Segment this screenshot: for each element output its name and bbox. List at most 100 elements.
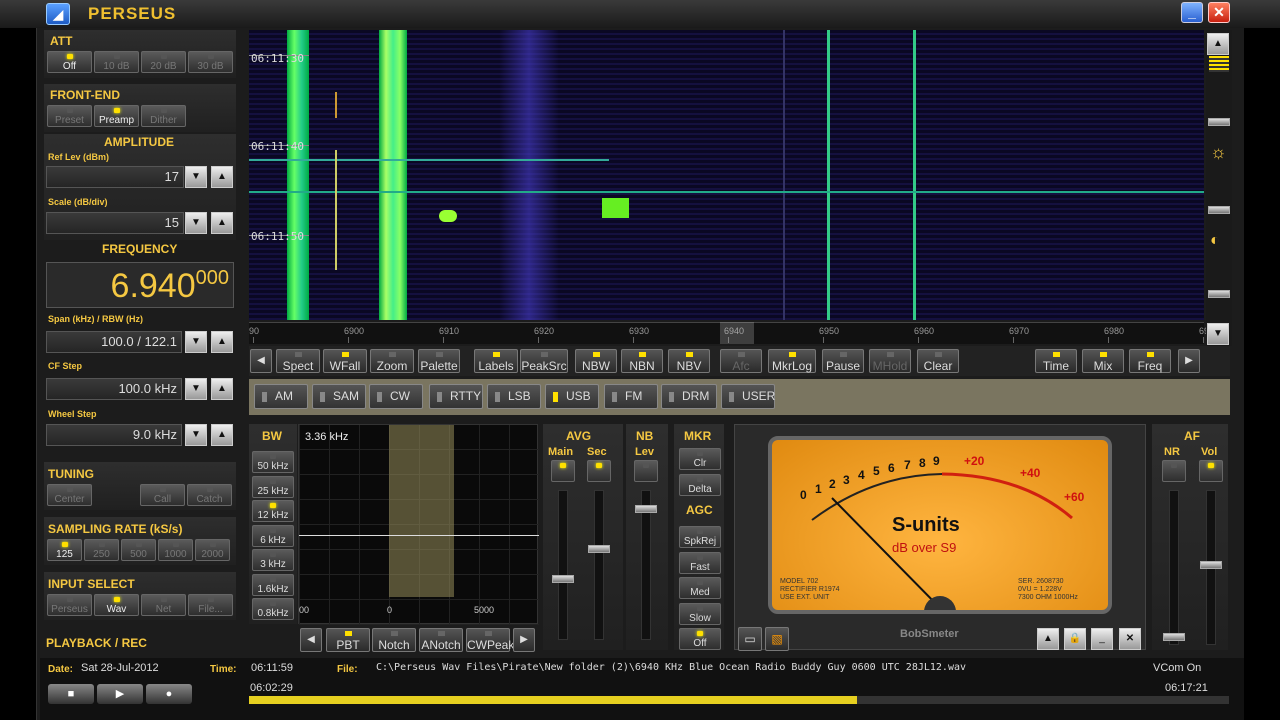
mode-drm-button[interactable]: DRM	[661, 384, 717, 409]
vol-button[interactable]	[1199, 460, 1223, 482]
toolbar-peaksrc-button[interactable]: PeakSrc	[520, 349, 568, 373]
bw-button-12-khz[interactable]: 12 kHz	[252, 500, 294, 522]
cf-step-up-button[interactable]: ▲	[211, 378, 233, 400]
avg-main-button[interactable]	[551, 460, 575, 482]
frontend-button-preamp[interactable]: Preamp	[94, 105, 139, 127]
mkr-clr-button[interactable]: Clr	[679, 448, 721, 470]
sampling-button-1000[interactable]: 1000	[158, 539, 193, 561]
meter-up-button[interactable]: ▲	[1037, 628, 1059, 650]
filter-display[interactable]: 3.36 kHz 00 0 5000	[298, 424, 539, 625]
filter-anotch-button[interactable]: ANotch	[419, 628, 463, 652]
contrast-slider[interactable]	[1208, 118, 1230, 126]
scroll-up-button[interactable]: ▲	[1207, 33, 1229, 55]
sampling-button-125[interactable]: 125	[47, 539, 82, 561]
bw-button-25-khz[interactable]: 25 kHz	[252, 475, 294, 498]
toolbar-left-button[interactable]: ◀	[250, 349, 272, 373]
input-button-wav[interactable]: Wav	[94, 594, 139, 616]
frontend-button-preset[interactable]: Preset	[47, 105, 92, 127]
mode-am-button[interactable]: AM	[254, 384, 308, 409]
filter-right-button[interactable]: ▶	[513, 628, 535, 652]
span-up-button[interactable]: ▲	[211, 331, 233, 353]
frequency-display[interactable]: 6.940000	[46, 262, 234, 308]
agc-fast-button[interactable]: Fast	[679, 551, 721, 574]
meter-window-button[interactable]: ▭	[738, 627, 762, 651]
mode-fm-button[interactable]: FM	[604, 384, 658, 409]
toolbar-freq-button[interactable]: Freq	[1129, 349, 1171, 373]
nr-slider[interactable]	[1163, 633, 1185, 641]
toolbar-nbv-button[interactable]: NBV	[668, 349, 710, 373]
meter-close-button[interactable]: ✕	[1119, 628, 1141, 650]
tuning-button-catch[interactable]: Catch	[187, 484, 232, 506]
span-value[interactable]: 100.0 / 122.1	[46, 331, 182, 353]
scale-down-button[interactable]: ▼	[185, 212, 207, 234]
avg-sec-slider[interactable]	[588, 545, 610, 553]
att-button-20-db[interactable]: 20 dB	[141, 51, 186, 73]
toolbar-zoom-button[interactable]: Zoom	[370, 349, 414, 373]
mode-lsb-button[interactable]: LSB	[487, 384, 541, 409]
close-button[interactable]: ✕	[1208, 2, 1230, 23]
wheel-step-down-button[interactable]: ▼	[185, 424, 207, 446]
toolbar-mkrlog-button[interactable]: MkrLog	[768, 349, 816, 373]
toolbar-pause-button[interactable]: Pause	[822, 349, 864, 373]
wheel-step-value[interactable]: 9.0 kHz	[46, 424, 182, 446]
scale-up-button[interactable]: ▲	[211, 212, 233, 234]
tuning-marker[interactable]	[720, 322, 754, 344]
att-button-off[interactable]: Off	[47, 51, 92, 73]
agc-med-button[interactable]: Med	[679, 577, 721, 599]
meter-minimize-button[interactable]: _	[1091, 628, 1113, 650]
cf-step-down-button[interactable]: ▼	[185, 378, 207, 400]
att-button-10-db[interactable]: 10 dB	[94, 51, 139, 73]
filter-left-button[interactable]: ◀	[300, 628, 322, 652]
bw-button-1-6khz[interactable]: 1.6kHz	[252, 573, 294, 596]
filter-pbt-button[interactable]: PBT	[326, 628, 370, 652]
toolbar-clear-button[interactable]: Clear	[917, 349, 959, 373]
sampling-button-500[interactable]: 500	[121, 539, 156, 561]
toolbar-mhold-button[interactable]: MHold	[869, 349, 911, 373]
mode-cw-button[interactable]: CW	[369, 384, 423, 409]
bw-button-50-khz[interactable]: 50 kHz	[252, 451, 294, 473]
app-icon[interactable]: ◢	[46, 3, 70, 25]
toolbar-wfall-button[interactable]: WFall	[323, 349, 367, 373]
ref-level-down-button[interactable]: ▼	[185, 166, 207, 188]
input-button-perseus[interactable]: Perseus	[47, 594, 92, 616]
filter-cwpeak-button[interactable]: CWPeak	[466, 628, 514, 652]
vol-slider[interactable]	[1200, 561, 1222, 569]
wheel-step-up-button[interactable]: ▲	[211, 424, 233, 446]
toolbar-right-button[interactable]: ▶	[1178, 349, 1200, 373]
waterfall-display[interactable]: 06:11:30 06:11:40 06:11:50	[249, 30, 1204, 320]
ref-level-value[interactable]: 17	[46, 166, 184, 188]
toolbar-mix-button[interactable]: Mix	[1082, 349, 1124, 373]
sampling-button-250[interactable]: 250	[84, 539, 119, 561]
input-button-file-[interactable]: File...	[188, 594, 233, 616]
toolbar-nbw-button[interactable]: NBW	[575, 349, 617, 373]
mode-sam-button[interactable]: SAM	[312, 384, 366, 409]
minimize-button[interactable]: _	[1181, 2, 1203, 23]
scale-value[interactable]: 15	[46, 212, 184, 234]
toolbar-labels-button[interactable]: Labels	[474, 349, 518, 373]
bw-button-3-khz[interactable]: 3 kHz	[252, 549, 294, 571]
nb-slider[interactable]	[635, 505, 657, 513]
frontend-button-dither[interactable]: Dither	[141, 105, 186, 127]
sampling-button-2000[interactable]: 2000	[195, 539, 230, 561]
att-button-30-db[interactable]: 30 dB	[188, 51, 233, 73]
contrast-icon[interactable]: ◐	[1210, 232, 1220, 250]
stop-button[interactable]: ■	[48, 684, 94, 704]
wf-speed-slider[interactable]	[1208, 290, 1230, 298]
agc-spkrej-button[interactable]: SpkRej	[679, 526, 721, 548]
meter-style-button[interactable]: ▧	[765, 627, 789, 651]
avg-main-slider[interactable]	[552, 575, 574, 583]
ref-level-up-button[interactable]: ▲	[211, 166, 233, 188]
meter-lock-button[interactable]: 🔒	[1064, 628, 1086, 650]
mkr-delta-button[interactable]: Delta	[679, 474, 721, 496]
mode-rtty-button[interactable]: RTTY	[429, 384, 483, 409]
filter-notch-button[interactable]: Notch	[372, 628, 416, 652]
nb-lev-button[interactable]	[634, 460, 658, 482]
play-button[interactable]: ▶	[97, 684, 143, 704]
avg-sec-button[interactable]	[587, 460, 611, 482]
toolbar-time-button[interactable]: Time	[1035, 349, 1077, 373]
bw-button-6-khz[interactable]: 6 kHz	[252, 524, 294, 547]
tuning-button-call[interactable]: Call	[140, 484, 185, 506]
brightness-slider[interactable]	[1208, 206, 1230, 214]
record-button[interactable]: ●	[146, 684, 192, 704]
nr-button[interactable]	[1162, 460, 1186, 482]
